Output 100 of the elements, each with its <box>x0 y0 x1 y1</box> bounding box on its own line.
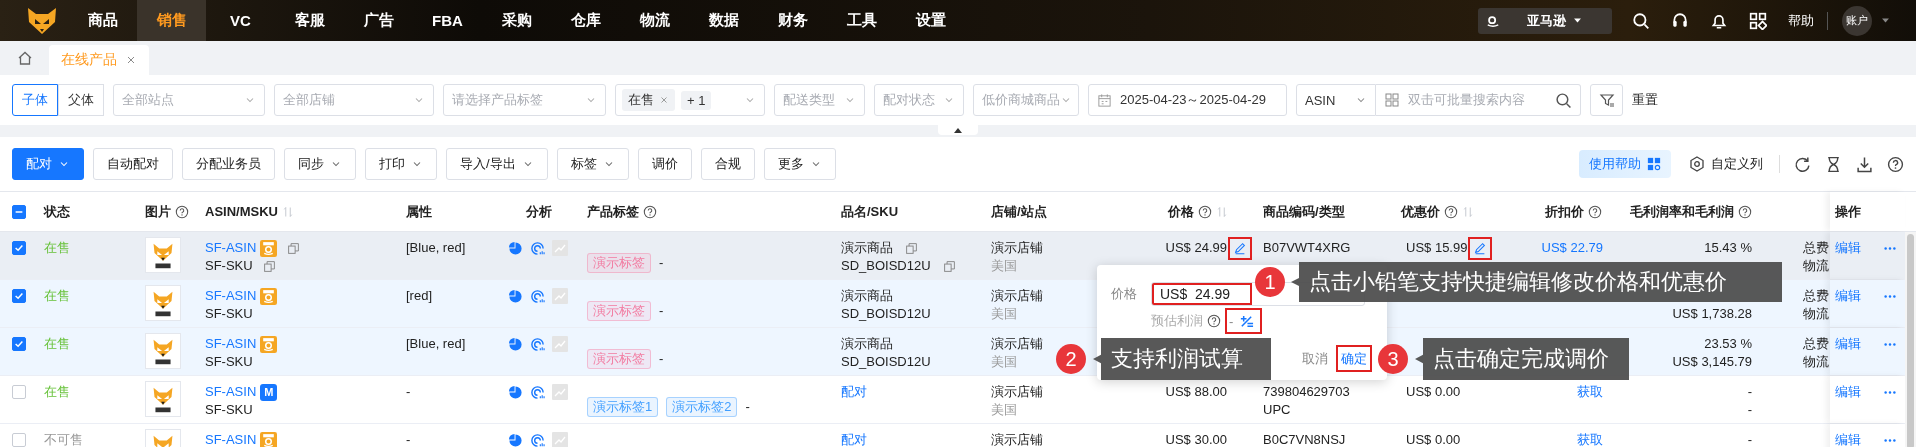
column-header: 品名/SKU <box>841 202 899 221</box>
site-text: 美国 <box>991 353 1017 371</box>
column-header: 店铺/站点 <box>991 202 1047 221</box>
coupon-price: US$ 15.99 <box>1406 239 1468 257</box>
shop-name: 演示店铺 <box>991 335 1043 353</box>
asin-link[interactable]: SF-ASIN <box>205 287 257 305</box>
fetch-link[interactable]: 获取 <box>1577 383 1603 401</box>
price-label: 价格 <box>1111 285 1138 303</box>
callout-tooltip: 支持利润试算 <box>1093 338 1271 380</box>
edit-link[interactable]: 编辑 <box>1835 239 1861 257</box>
toolbar-button[interactable]: 自动配对 <box>93 148 173 180</box>
fee-text: 物流 <box>1803 353 1829 371</box>
filter-chip[interactable]: 在售 <box>622 89 675 111</box>
fetch-link[interactable]: 获取 <box>1577 431 1603 447</box>
confirm-button[interactable]: 确定 <box>1336 345 1372 372</box>
help-guide-button[interactable]: 使用帮助 <box>1579 150 1671 178</box>
fee-text: 总费 <box>1803 335 1829 353</box>
toolbar-button[interactable]: 标签 <box>556 148 629 180</box>
toolbar-button[interactable]: 分配业务员 <box>182 148 275 180</box>
nav-item[interactable]: 销售 <box>137 0 206 41</box>
callout-tooltip: 点击小铅笔支持快捷编辑修改价格和优惠价 <box>1291 262 1782 302</box>
toolbar-button[interactable]: 合规 <box>700 148 755 180</box>
date-range-field[interactable]: 2025-04-23～2025-04-29 <box>1088 84 1287 116</box>
edit-link[interactable]: 编辑 <box>1835 335 1861 353</box>
edit-link[interactable]: 编辑 <box>1835 287 1861 305</box>
fee-text: 总费 <box>1803 239 1829 257</box>
toolbar-button[interactable]: 打印 <box>365 148 437 180</box>
asin-link[interactable]: SF-ASIN <box>205 335 257 353</box>
toolbar-button[interactable]: 同步 <box>284 148 356 180</box>
sku-text: SF-SKU <box>205 257 253 275</box>
custom-columns-button[interactable]: 自定义列 <box>1689 155 1780 173</box>
nav-item[interactable]: 设置 <box>896 0 965 41</box>
shop-name: 演示店铺 <box>991 383 1043 401</box>
margin-rate: - <box>1747 431 1752 447</box>
product-code: B07VWT4XRG <box>1263 239 1351 257</box>
table-row[interactable]: 在售 SF-ASIN M SF-SKU - 演示标签1 演示标签2 - 配对 演示店铺 美国 US$ 88.00 739804629703 UPC US$ 0.00 获取 - - 编辑 <box>0 376 1905 424</box>
fee-text: 物流 <box>1803 257 1829 275</box>
tag: 演示标签2 <box>666 397 738 417</box>
column-header: 状态 <box>44 202 70 221</box>
segment-tab[interactable]: 父体 <box>58 84 104 116</box>
discount-price[interactable]: US$ 22.79 <box>1541 239 1603 257</box>
sku-text: SF-SKU <box>205 401 253 419</box>
nav-item[interactable]: 工具 <box>827 0 896 41</box>
tag: 演示标签 <box>587 349 651 369</box>
fee-text: 总费 <box>1803 287 1829 305</box>
code-type: UPC <box>1263 401 1291 419</box>
toolbar-button[interactable]: 调价 <box>637 148 692 180</box>
tag: 演示标签 <box>587 253 651 273</box>
column-header: 毛利润率和毛利润 <box>1630 202 1734 221</box>
nav-item[interactable]: VC <box>206 0 275 41</box>
toolbar-button[interactable]: 配对 <box>12 148 84 180</box>
dash-text: - <box>659 302 664 320</box>
nav-item[interactable]: FBA <box>413 0 482 41</box>
status-select[interactable]: 在售 + 1 <box>615 84 765 116</box>
price-text: US$ 24.99 <box>1165 239 1227 257</box>
product-name: 演示商品 <box>841 335 893 353</box>
nav-item[interactable]: 商品 <box>68 0 137 41</box>
product-name: 演示商品 <box>841 287 893 305</box>
nav-item[interactable]: 广告 <box>344 0 413 41</box>
product-name: 演示商品 <box>841 239 893 257</box>
edit-link[interactable]: 编辑 <box>1835 383 1861 401</box>
price-text: US$ 88.00 <box>1165 383 1227 401</box>
margin-rate: 23.53 % <box>1704 335 1752 353</box>
segment-tab[interactable]: 子体 <box>12 84 58 116</box>
sku-text: SD_BOISD12U <box>841 353 931 371</box>
asin-link[interactable]: SF-ASIN <box>205 383 257 401</box>
edit-link[interactable]: 编辑 <box>1835 431 1861 447</box>
pair-link[interactable]: 配对 <box>841 431 867 447</box>
toolbar-button[interactable]: 导入/导出 <box>446 148 548 180</box>
nav-item[interactable]: 物流 <box>620 0 689 41</box>
attribute-text: [Blue, red] <box>406 335 466 353</box>
column-header: 价格 <box>1168 202 1194 221</box>
account-avatar[interactable]: 账户 <box>1842 5 1872 36</box>
dash-text: - <box>659 254 664 272</box>
attribute-text: - <box>406 431 411 447</box>
field-select[interactable]: ASIN <box>1296 84 1376 116</box>
reset-link[interactable]: 重置 <box>1632 91 1658 109</box>
profit-calculator-button[interactable]: - <box>1225 308 1263 334</box>
nav-item[interactable]: 仓库 <box>551 0 620 41</box>
toolbar-button[interactable]: 更多 <box>763 148 836 180</box>
column-header: 分析 <box>526 202 552 221</box>
status-text: 在售 <box>44 335 70 353</box>
column-header: 属性 <box>406 202 432 221</box>
cancel-button[interactable]: 取消 <box>1298 349 1332 368</box>
dash-text: - <box>659 350 664 368</box>
nav-item[interactable]: 财务 <box>758 0 827 41</box>
product-code: 739804629703 <box>1263 383 1350 401</box>
nav-item[interactable]: 采购 <box>482 0 551 41</box>
pair-link[interactable]: 配对 <box>841 383 867 401</box>
help-link[interactable]: 帮助 <box>1788 11 1828 30</box>
tag: 演示标签1 <box>587 397 659 417</box>
nav-item[interactable]: 客服 <box>275 0 344 41</box>
filter-chip[interactable]: + 1 <box>681 90 712 110</box>
column-header: 图片 <box>145 202 171 221</box>
marketplace-select[interactable]: 亚马逊 <box>1478 7 1612 34</box>
attribute-text: - <box>406 383 411 401</box>
tag: 演示标签 <box>587 301 651 321</box>
nav-item[interactable]: 数据 <box>689 0 758 41</box>
asin-link[interactable]: SF-ASIN <box>205 431 257 447</box>
asin-link[interactable]: SF-ASIN <box>205 239 257 257</box>
